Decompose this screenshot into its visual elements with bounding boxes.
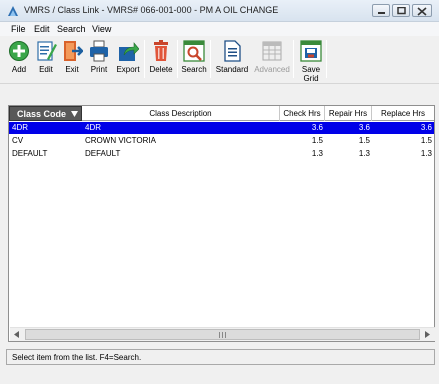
save-grid-label-line1: Save	[301, 65, 321, 74]
standard-label: Standard	[215, 65, 249, 74]
print-button[interactable]: Print	[86, 38, 112, 82]
cell-class-description: DEFAULT	[85, 149, 121, 158]
app-icon	[8, 6, 18, 16]
export-icon	[119, 42, 139, 61]
print-icon	[90, 40, 108, 62]
export-button[interactable]: Export	[114, 38, 142, 82]
close-button[interactable]	[412, 4, 432, 17]
edit-button[interactable]: Edit	[33, 38, 59, 82]
cell-check-hrs: 1.5	[311, 136, 323, 145]
cell-repair-hrs: 1.5	[358, 136, 370, 145]
class-link-grid[interactable]: Class Code Class Description Check Hrs R…	[8, 105, 435, 342]
column-header-check-hrs[interactable]: Check Hrs	[280, 106, 325, 121]
standard-button[interactable]: Standard	[214, 38, 250, 82]
cell-check-hrs: 3.6	[311, 123, 323, 132]
search-icon	[183, 40, 205, 62]
add-icon	[9, 41, 29, 61]
cell-replace-hrs: 3.6	[420, 123, 432, 132]
minimize-button[interactable]	[372, 4, 390, 17]
main-window: VMRS / Class Link - VMRS# 066-001-000 - …	[0, 0, 439, 384]
add-label: Add	[11, 65, 27, 74]
column-header-class-code[interactable]: Class Code	[9, 106, 82, 121]
search-label: Search	[181, 65, 207, 74]
save-grid-label-line2: Grid	[303, 74, 319, 83]
cell-replace-hrs: 1.3	[420, 149, 432, 158]
toolbar-separator	[210, 40, 211, 78]
advanced-icon	[262, 41, 282, 61]
cell-class-code: 4DR	[12, 123, 29, 132]
menu-bar: File Edit Search View	[0, 22, 439, 36]
delete-label: Delete	[149, 65, 173, 74]
standard-icon	[224, 40, 241, 62]
cell-class-description: 4DR	[85, 123, 102, 132]
table-row[interactable]: CV CROWN VICTORIA 1.5 1.5 1.5	[9, 135, 434, 147]
title-bar[interactable]: VMRS / Class Link - VMRS# 066-001-000 - …	[0, 0, 439, 22]
menu-view[interactable]: View	[92, 24, 111, 34]
scroll-left-button[interactable]	[10, 328, 24, 341]
column-header-replace-hrs[interactable]: Replace Hrs	[372, 106, 434, 121]
toolbar-separator	[177, 40, 178, 78]
save-grid-button[interactable]: Save Grid	[297, 38, 325, 83]
toolbar-separator	[293, 40, 294, 78]
horizontal-scrollbar[interactable]	[10, 327, 435, 341]
cell-replace-hrs: 1.5	[420, 136, 432, 145]
close-icon	[417, 7, 427, 16]
exit-icon	[64, 41, 83, 61]
table-row[interactable]: DEFAULT DEFAULT 1.3 1.3 1.3	[9, 148, 434, 160]
cell-class-description: CROWN VICTORIA	[85, 136, 156, 145]
window-title: VMRS / Class Link - VMRS# 066-001-000 - …	[24, 5, 279, 15]
status-text: Select item from the list. F4=Search.	[12, 353, 142, 362]
menu-edit[interactable]: Edit	[34, 24, 50, 34]
exit-label: Exit	[65, 65, 79, 74]
delete-button[interactable]: Delete	[148, 38, 174, 82]
grip-icon	[219, 332, 226, 338]
export-label: Export	[116, 65, 140, 74]
table-row[interactable]: 4DR 4DR 3.6 3.6 3.6	[9, 122, 434, 134]
print-label: Print	[90, 65, 108, 74]
scroll-left-icon	[14, 331, 19, 338]
maximize-button[interactable]	[392, 4, 410, 17]
column-header-repair-hrs[interactable]: Repair Hrs	[325, 106, 372, 121]
status-bar: Select item from the list. F4=Search.	[6, 349, 435, 365]
scroll-right-button[interactable]	[421, 328, 435, 341]
save-grid-icon	[300, 40, 322, 62]
cell-class-code: DEFAULT	[12, 149, 48, 158]
menu-search[interactable]: Search	[57, 24, 86, 34]
window-bottom-edge	[0, 372, 439, 384]
advanced-label: Advanced	[254, 65, 290, 74]
save-grid-label: Save Grid	[297, 65, 325, 83]
toolbar-separator	[144, 40, 145, 78]
column-header-class-code-label: Class Code	[17, 109, 67, 119]
scroll-right-icon	[425, 331, 430, 338]
toolbar-separator	[326, 40, 327, 78]
grid-header: Class Code Class Description Check Hrs R…	[9, 106, 434, 121]
column-header-class-description[interactable]: Class Description	[82, 106, 280, 121]
cell-repair-hrs: 1.3	[358, 149, 370, 158]
edit-label: Edit	[39, 65, 53, 74]
cell-class-code: CV	[12, 136, 24, 145]
add-button[interactable]: Add	[6, 38, 32, 82]
search-button[interactable]: Search	[180, 38, 208, 82]
cell-check-hrs: 1.3	[311, 149, 323, 158]
advanced-button[interactable]: Advanced	[253, 38, 291, 82]
maximize-icon	[397, 7, 406, 15]
scrollbar-thumb[interactable]	[25, 329, 420, 340]
delete-icon	[154, 40, 168, 61]
edit-icon	[37, 41, 57, 61]
cell-repair-hrs: 3.6	[358, 123, 370, 132]
sort-down-icon[interactable]	[71, 111, 78, 117]
toolbar: Add Edit Exit Print Export Delete Search…	[0, 36, 439, 84]
menu-file[interactable]: File	[11, 24, 26, 34]
minimize-icon	[378, 12, 385, 14]
exit-button[interactable]: Exit	[59, 38, 85, 82]
